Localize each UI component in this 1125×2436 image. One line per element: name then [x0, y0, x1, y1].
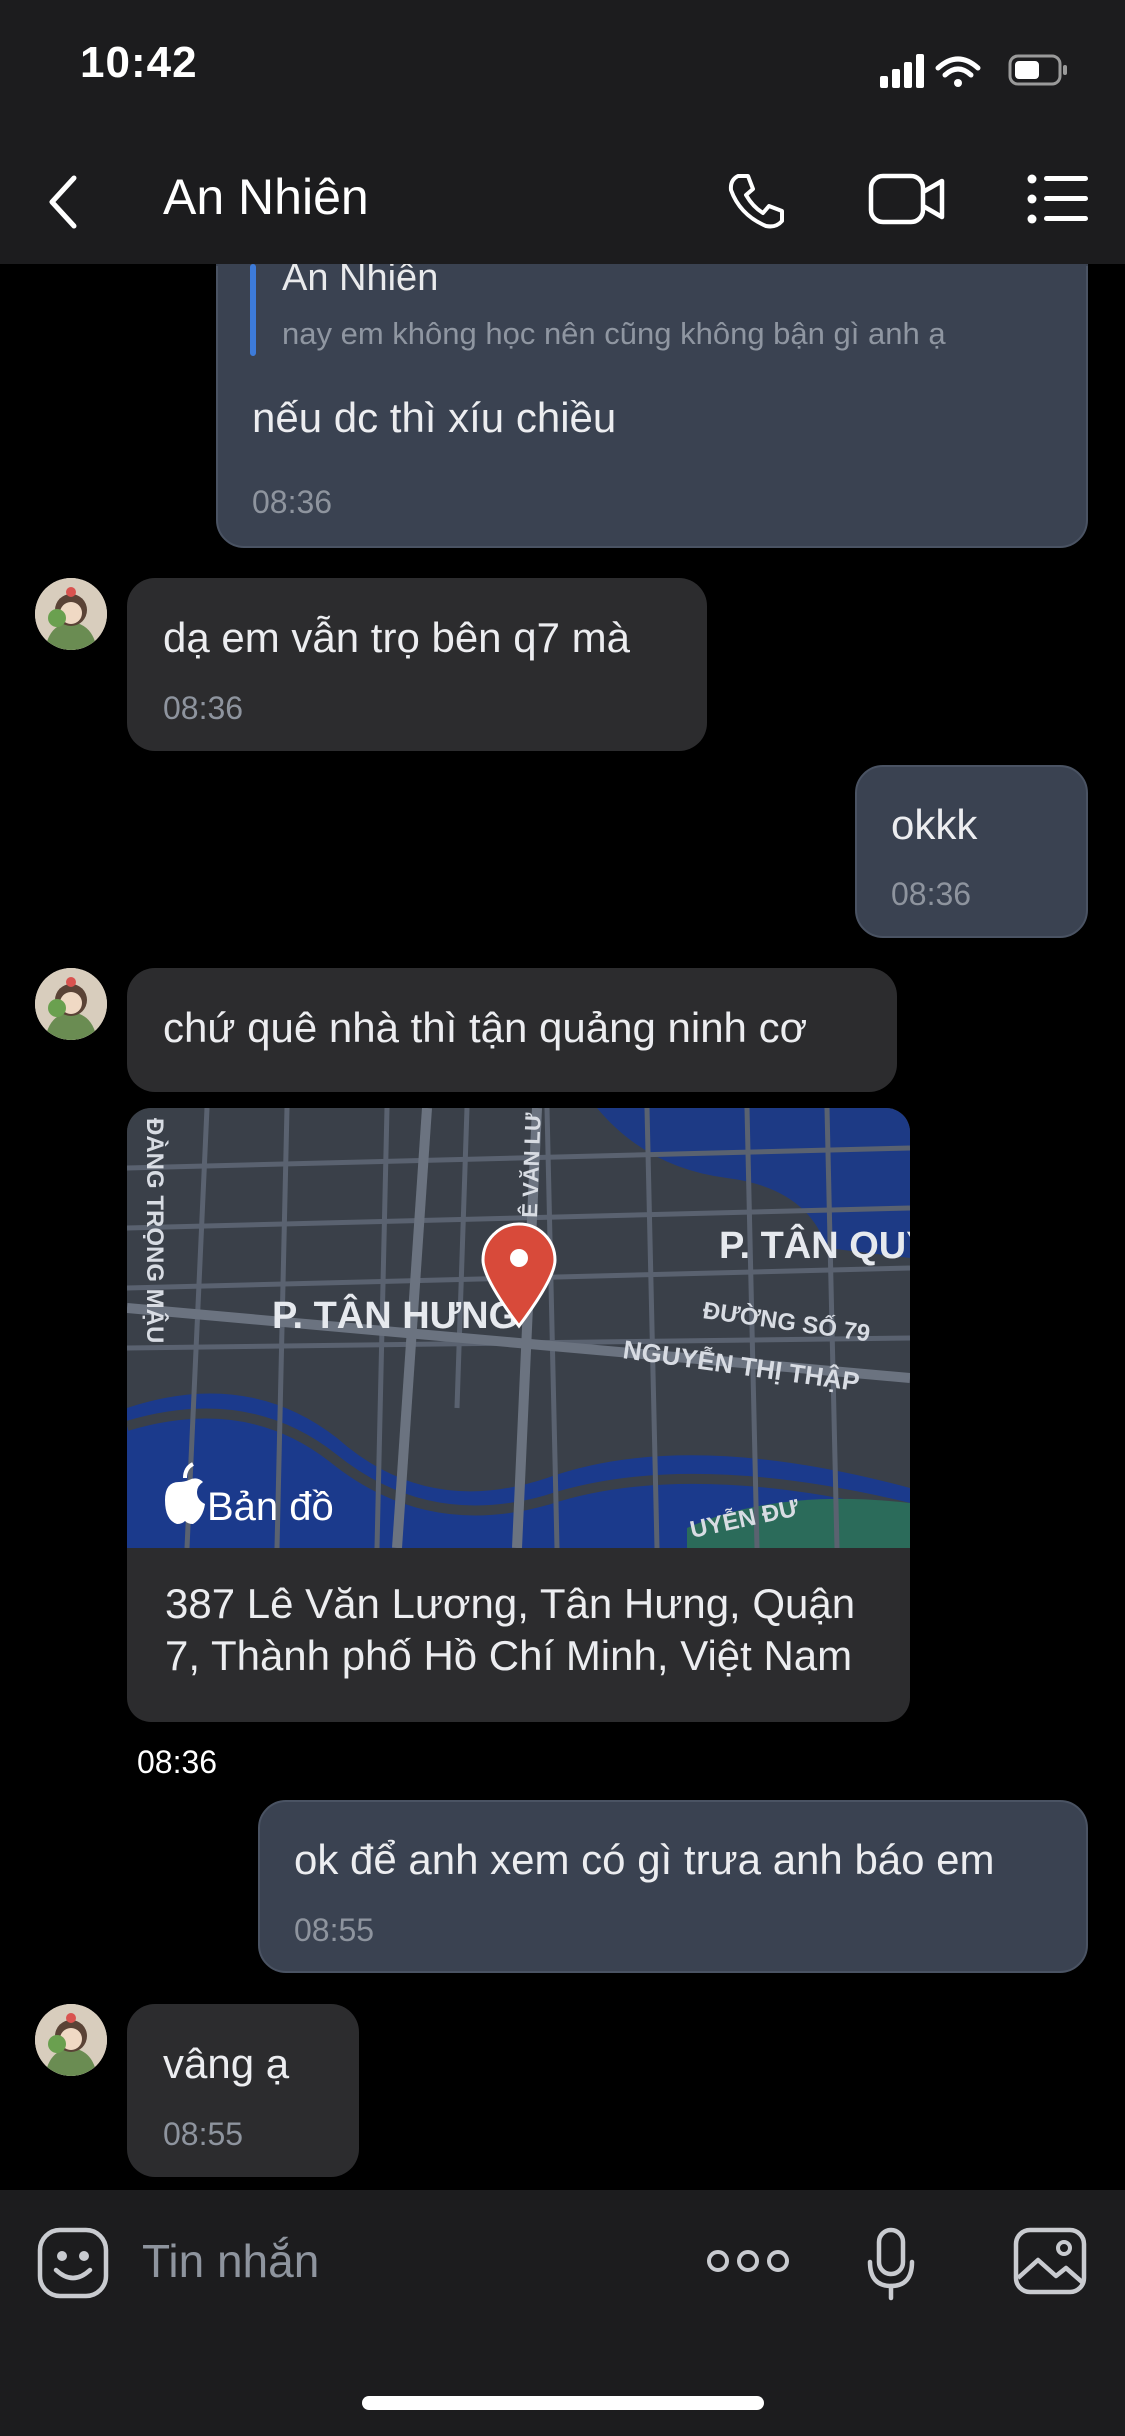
message-bubble-outgoing[interactable]	[855, 765, 1088, 938]
address-line-1: 387 Lê Văn Lương, Tân Hưng, Quận	[165, 1580, 856, 1627]
avatar[interactable]	[35, 968, 107, 1040]
message-time: 08:36	[163, 690, 244, 726]
map-preview[interactable]: P. TÂN HƯNG P. TÂN QUY ĐƯỜNG SỐ 79 NGUYỄ…	[127, 1108, 910, 1548]
message-text: dạ em vẫn trọ bên q7 mà	[163, 614, 630, 661]
message-input[interactable]: Tin nhắn	[142, 2234, 319, 2288]
battery-icon	[1008, 54, 1067, 86]
image-icon[interactable]	[1012, 2226, 1088, 2296]
location-card[interactable]: P. TÂN HƯNG P. TÂN QUY ĐƯỜNG SỐ 79 NGUYỄ…	[127, 1108, 910, 1722]
quote-bar	[250, 264, 256, 356]
message-bubble-outgoing[interactable]	[258, 1800, 1088, 1973]
message-time: 08:36	[891, 876, 972, 912]
address-line-2: 7, Thành phố Hồ Chí Minh, Việt Nam	[165, 1632, 853, 1679]
video-call-icon[interactable]	[868, 172, 948, 228]
quote-text: nay em không học nên cũng không bận gì a…	[282, 316, 946, 351]
map-brand: Bản đồ	[207, 1485, 334, 1529]
signal-icon	[880, 54, 924, 88]
home-indicator	[362, 2396, 764, 2410]
message-text: nếu dc thì xíu chiều	[252, 394, 617, 441]
status-time: 10:42	[80, 38, 198, 87]
message-text: okkk	[891, 801, 978, 848]
emoji-icon[interactable]	[36, 2226, 110, 2300]
message-text: chứ quê nhà thì tận quảng ninh cơ	[163, 1004, 808, 1051]
contact-name-overlay[interactable]: An Nhiên	[163, 168, 369, 226]
message-text: vâng ạ	[163, 2040, 290, 2087]
avatar[interactable]	[35, 2004, 107, 2076]
message-time: 08:55	[294, 1912, 375, 1948]
status-icons	[880, 54, 1067, 88]
message-text: ok để anh xem có gì trưa anh báo em	[294, 1836, 995, 1883]
message-time: 08:36	[127, 1740, 228, 1785]
avatar[interactable]	[35, 578, 107, 650]
phone-icon[interactable]	[726, 170, 786, 230]
message-time: 08:36	[252, 484, 333, 520]
menu-list-icon[interactable]	[1026, 172, 1090, 226]
wifi-icon	[935, 56, 981, 87]
map-label-street-4: Ê VĂN LƯ	[517, 1112, 546, 1219]
map-label-area-main: P. TÂN HƯNG	[272, 1293, 518, 1337]
map-label-area-right: P. TÂN QUY	[719, 1223, 910, 1267]
map-label-street-3: ĐÀNG TRỌNG MẬU	[141, 1118, 169, 1343]
more-dots-icon[interactable]	[706, 2246, 790, 2276]
message-time: 08:55	[163, 2116, 244, 2152]
microphone-icon[interactable]	[866, 2226, 916, 2302]
chevron-left-icon[interactable]	[44, 172, 84, 232]
